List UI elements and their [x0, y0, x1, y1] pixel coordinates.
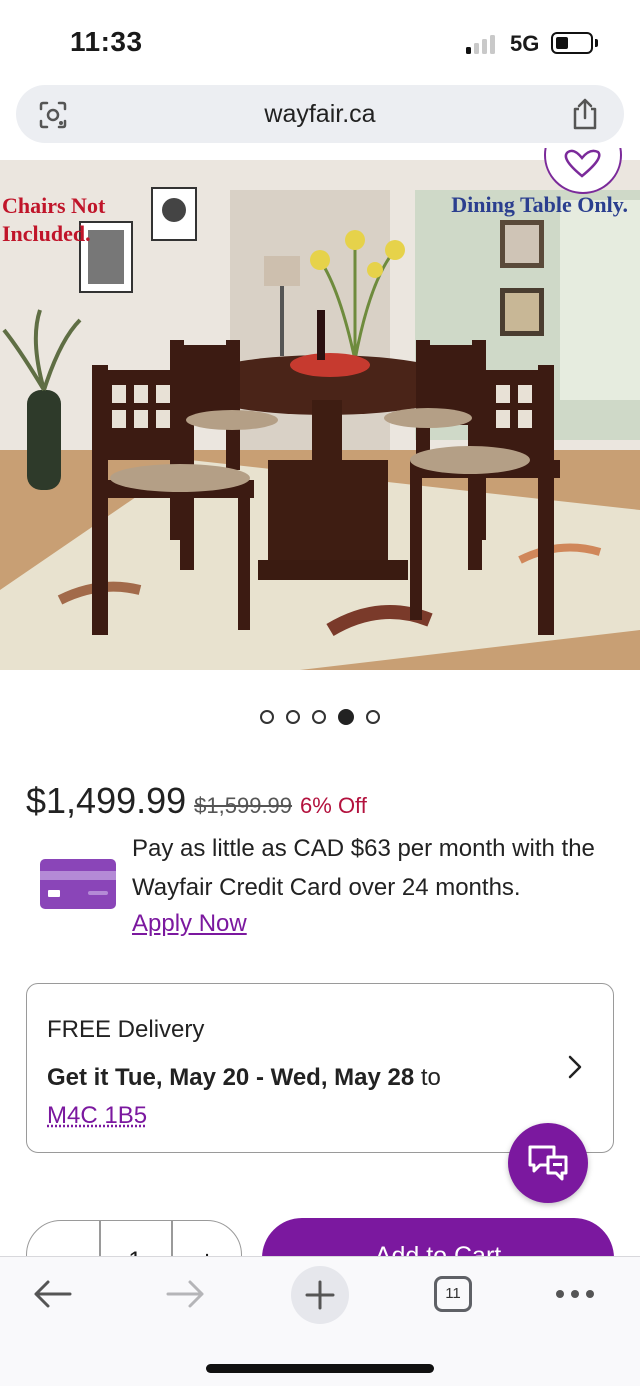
home-indicator — [206, 1364, 434, 1373]
postal-code-link[interactable]: M4C 1B5 — [47, 1102, 147, 1130]
wishlist-button[interactable] — [544, 148, 624, 196]
credit-card-icon — [40, 859, 116, 909]
carousel-dot-active[interactable] — [338, 709, 354, 725]
product-image[interactable]: Chairs Not Included. Dining Table Only. — [0, 160, 640, 670]
carousel-dot[interactable] — [366, 710, 380, 724]
delivery-to-label: to — [414, 1064, 441, 1091]
carousel-dot[interactable] — [286, 710, 300, 724]
chat-icon — [528, 1145, 568, 1181]
image-label-chairs-not-included: Chairs Not Included. — [2, 193, 106, 246]
financing-text: Pay as little as CAD $63 per month with … — [132, 835, 595, 901]
share-icon[interactable] — [570, 97, 600, 131]
chevron-right-icon — [568, 1055, 582, 1079]
chat-button[interactable] — [508, 1123, 588, 1203]
carousel-indicator[interactable] — [260, 708, 380, 726]
forward-arrow-icon[interactable] — [164, 1279, 208, 1309]
status-bar: 11:33 5G — [0, 0, 640, 80]
carousel-dot[interactable] — [260, 710, 274, 724]
plus-icon — [305, 1280, 335, 1310]
status-time: 11:33 — [70, 26, 143, 57]
url-text[interactable]: wayfair.ca — [16, 100, 624, 129]
back-arrow-icon[interactable] — [30, 1279, 74, 1309]
carousel-dot[interactable] — [312, 710, 326, 724]
delivery-date-range: Get it Tue, May 20 - Wed, May 28 — [47, 1064, 415, 1091]
delivery-title: FREE Delivery — [47, 1016, 205, 1043]
battery-tip — [595, 39, 598, 47]
sale-price: $1,499.99 — [26, 780, 187, 821]
cellular-signal-icon — [466, 34, 500, 54]
new-tab-button[interactable] — [291, 1266, 349, 1324]
battery-icon — [551, 32, 593, 54]
price-row: $1,499.99 $1,599.99 6% Off — [26, 780, 367, 822]
tab-switcher-button[interactable]: 11 — [434, 1276, 472, 1312]
more-menu-icon[interactable] — [555, 1289, 595, 1299]
apply-now-link[interactable]: Apply Now — [132, 910, 247, 938]
address-bar[interactable]: wayfair.ca — [16, 85, 624, 143]
original-price: $1,599.99 — [194, 793, 293, 818]
discount-badge: 6% Off — [300, 793, 367, 818]
heart-icon — [564, 149, 601, 178]
network-type: 5G — [510, 31, 540, 56]
delivery-dates: Get it Tue, May 20 - Wed, May 28 to — [47, 1064, 441, 1092]
